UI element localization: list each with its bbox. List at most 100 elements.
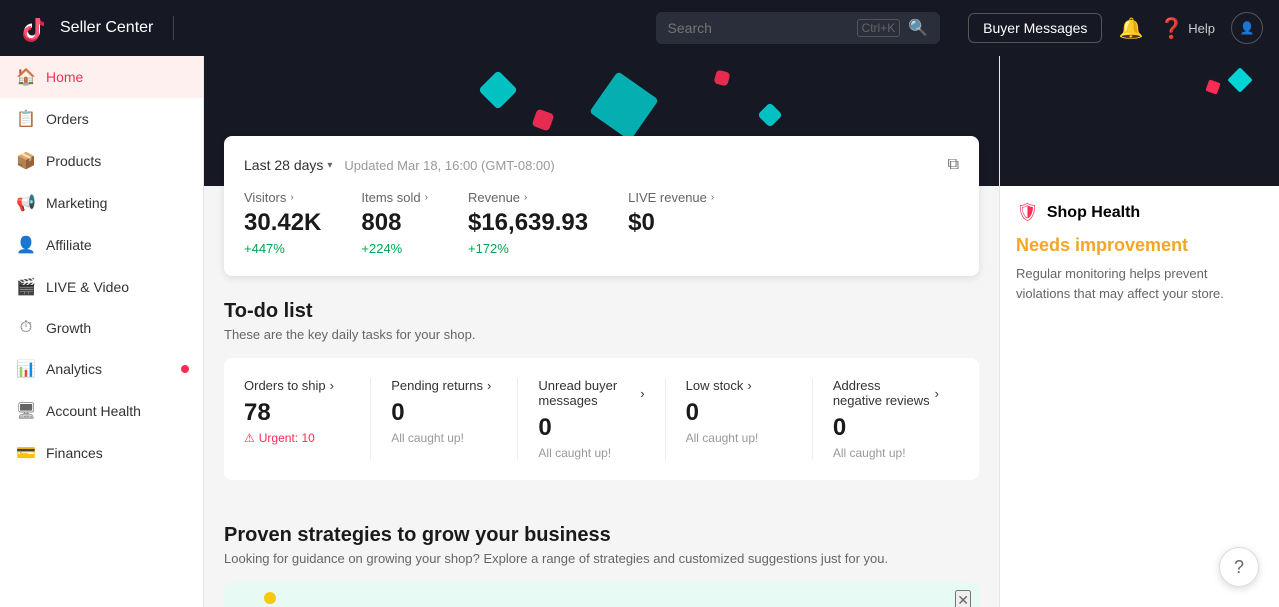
account-health-icon: 🖥	[16, 401, 36, 421]
buyer-messages-label[interactable]: Unread buyer messages ›	[538, 378, 644, 408]
help-fab-button[interactable]: ?	[1219, 547, 1259, 587]
growth-icon: ⏱	[16, 319, 36, 337]
metric-live-revenue-label[interactable]: LIVE revenue ›	[628, 190, 714, 205]
orders-arrow-icon: ›	[330, 378, 334, 393]
stats-card: Last 28 days ▾ Updated Mar 18, 16:00 (GM…	[224, 136, 979, 276]
date-range-label: Last 28 days	[244, 157, 323, 173]
external-link-icon[interactable]: ⧉	[948, 156, 959, 174]
marketing-icon: 📢	[16, 193, 36, 213]
orders-icon: 📋	[16, 109, 36, 129]
shop-health-description: Regular monitoring helps prevent violati…	[1016, 264, 1263, 303]
spring-sale-illustration	[234, 582, 324, 607]
metric-visitors-label[interactable]: Visitors ›	[244, 190, 321, 205]
urgent-text: Urgent: 10	[259, 431, 315, 445]
search-icon: 🔍	[908, 18, 928, 38]
shield-icon: 🛡	[1016, 202, 1039, 223]
sidebar-label-orders: Orders	[46, 111, 89, 127]
deco-shape-5	[757, 102, 782, 127]
todo-item-pending-returns: Pending returns › 0 All caught up!	[371, 378, 518, 460]
sidebar-item-orders[interactable]: 📋 Orders	[0, 98, 203, 140]
sidebar-label-growth: Growth	[46, 320, 91, 336]
items-arrow-icon: ›	[425, 192, 428, 203]
deco-shape-3	[589, 71, 659, 141]
metric-live-revenue: LIVE revenue › $0	[628, 190, 714, 256]
sidebar-item-growth[interactable]: ⏱ Growth	[0, 308, 203, 348]
metric-items-label[interactable]: Items sold ›	[361, 190, 428, 205]
deco-shape-1	[478, 70, 518, 110]
sidebar-label-analytics: Analytics	[46, 361, 102, 377]
shop-health-card: 🛡 Shop Health Needs improvement Regular …	[1000, 186, 1279, 319]
metric-items-sold: Items sold › 808 +224%	[361, 190, 428, 256]
sidebar-item-finances[interactable]: 💳 Finances	[0, 432, 203, 474]
pending-returns-label[interactable]: Pending returns ›	[391, 378, 497, 393]
avatar[interactable]: 👤	[1231, 12, 1263, 44]
content-area: Last 28 days ▾ Updated Mar 18, 16:00 (GM…	[204, 186, 999, 607]
help-label: Help	[1188, 21, 1215, 36]
sidebar: 🏠 Home 📋 Orders 📦 Products 📢 Marketing 👤…	[0, 56, 204, 607]
low-stock-arrow-icon: ›	[747, 378, 751, 393]
brand-label: Seller Center	[60, 19, 153, 37]
negative-reviews-label[interactable]: Address negative reviews ›	[833, 378, 939, 408]
buyer-messages-button[interactable]: Buyer Messages	[968, 13, 1102, 43]
spring-sale-close-button[interactable]: ✕	[955, 590, 971, 607]
help-circle-icon: ❓	[1159, 16, 1184, 41]
sidebar-label-finances: Finances	[46, 445, 103, 461]
updated-text: Updated Mar 18, 16:00 (GMT-08:00)	[344, 158, 554, 173]
stats-header: Last 28 days ▾ Updated Mar 18, 16:00 (GM…	[244, 156, 959, 174]
help-button[interactable]: ❓ Help	[1159, 16, 1215, 41]
metric-live-revenue-value: $0	[628, 209, 714, 237]
shop-health-title: Shop Health	[1047, 204, 1140, 222]
navbar-logo: Seller Center	[16, 10, 153, 46]
metric-visitors: Visitors › 30.42K +447%	[244, 190, 321, 256]
orders-to-ship-value: 78	[244, 399, 350, 427]
todo-card: Orders to ship › 78 ⚠ Urgent: 10 Pending…	[224, 358, 979, 480]
live-revenue-arrow-icon: ›	[711, 192, 714, 203]
search-input[interactable]	[668, 20, 849, 36]
sidebar-item-analytics[interactable]: 📊 Analytics	[0, 348, 203, 390]
pending-returns-value: 0	[391, 399, 497, 427]
sidebar-item-live-video[interactable]: 🎬 LIVE & Video	[0, 266, 203, 308]
date-chevron-icon: ▾	[327, 160, 332, 171]
deco-right-1	[1205, 79, 1220, 94]
live-icon: 🎬	[16, 277, 36, 297]
reviews-arrow-icon: ›	[935, 386, 939, 401]
deco-shape-4	[713, 69, 730, 86]
visitors-arrow-icon: ›	[290, 192, 293, 203]
avatar-icon: 👤	[1240, 21, 1255, 35]
main-content: Last 28 days ▾ Updated Mar 18, 16:00 (GM…	[204, 56, 999, 607]
spring-sale-card: ✕ Spring Sale Maximize your sales potent…	[224, 582, 979, 607]
metric-revenue-change: +172%	[468, 241, 588, 256]
returns-arrow-icon: ›	[487, 378, 491, 393]
sidebar-label-products: Products	[46, 153, 101, 169]
sidebar-item-products[interactable]: 📦 Products	[0, 140, 203, 182]
strategies-title: Proven strategies to grow your business	[224, 504, 979, 547]
low-stock-label[interactable]: Low stock ›	[686, 378, 792, 393]
notifications-button[interactable]: 🔔	[1118, 16, 1143, 41]
shop-health-header: 🛡 Shop Health	[1016, 202, 1263, 223]
todo-title: To-do list	[224, 300, 979, 323]
layout: 🏠 Home 📋 Orders 📦 Products 📢 Marketing 👤…	[0, 56, 1279, 607]
shop-health-status: Needs improvement	[1016, 235, 1263, 256]
todo-subtitle: These are the key daily tasks for your s…	[224, 327, 979, 342]
deco-shape-2	[531, 108, 554, 131]
sidebar-item-marketing[interactable]: 📢 Marketing	[0, 182, 203, 224]
stats-metrics: Visitors › 30.42K +447% Items sold › 808…	[244, 190, 959, 256]
sidebar-item-affiliate[interactable]: 👤 Affiliate	[0, 224, 203, 266]
metric-items-change: +224%	[361, 241, 428, 256]
sidebar-item-home[interactable]: 🏠 Home	[0, 56, 203, 98]
revenue-arrow-icon: ›	[524, 192, 527, 203]
metric-revenue-label[interactable]: Revenue ›	[468, 190, 588, 205]
search-box[interactable]: Ctrl+K 🔍	[656, 12, 941, 44]
sidebar-item-account-health[interactable]: 🖥 Account Health	[0, 390, 203, 432]
sidebar-label-affiliate: Affiliate	[46, 237, 92, 253]
urgent-badge: ⚠ Urgent: 10	[244, 431, 350, 445]
navbar-actions: Buyer Messages 🔔 ❓ Help 👤	[968, 12, 1263, 44]
analytics-badge	[181, 365, 189, 373]
negative-reviews-sub: All caught up!	[833, 446, 939, 460]
shop-health-banner	[1000, 56, 1279, 186]
navbar-divider	[173, 16, 174, 40]
date-selector[interactable]: Last 28 days ▾	[244, 157, 332, 173]
messages-arrow-icon: ›	[640, 386, 644, 401]
orders-to-ship-label[interactable]: Orders to ship ›	[244, 378, 350, 393]
todo-item-orders-to-ship: Orders to ship › 78 ⚠ Urgent: 10	[244, 378, 371, 460]
